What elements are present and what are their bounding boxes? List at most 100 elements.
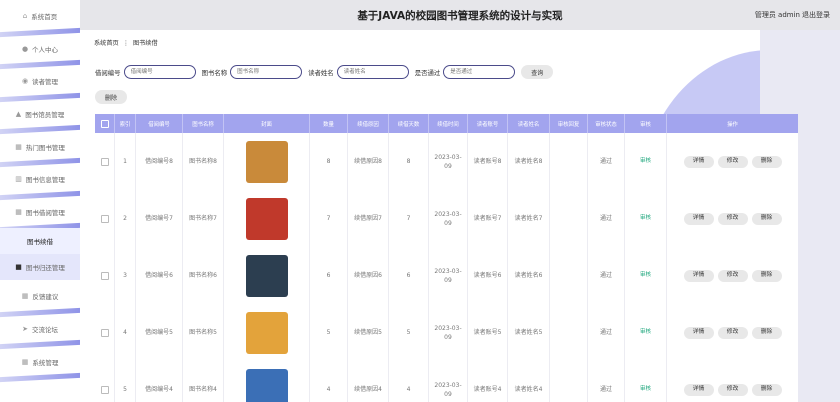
filter-label: 是否通过 (414, 68, 441, 77)
sidebar: ⌂ 系统首页 ● 个人中心 ◉ 读者管理 ▲ 图书馆员管理 ▦ 热门图书管理 ▥ 图书信息管… (0, 0, 80, 402)
audit-link[interactable]: 审核 (625, 361, 667, 402)
column-header: 图书名称 (183, 114, 224, 133)
select-all-checkbox[interactable] (95, 114, 115, 133)
detail-button[interactable]: 详情 (683, 155, 714, 168)
sidebar-item-borrow[interactable]: ▦ 图书借阅管理 (0, 196, 80, 229)
sidebar-item-profile[interactable]: ● 个人中心 (0, 33, 80, 66)
quantity: 4 (310, 361, 348, 402)
actions-cell: 详情 修改 删除 (667, 133, 798, 190)
sidebar-item-readers[interactable]: ◉ 读者管理 (0, 65, 80, 98)
edit-button[interactable]: 修改 (717, 212, 748, 225)
renew-reason: 续借原因6 (348, 247, 389, 304)
breadcrumb-home[interactable]: 系统首页 (94, 40, 119, 47)
sidebar-item-label: 个人中心 (32, 45, 59, 54)
column-header: 续借原因 (348, 114, 389, 133)
borrow-number: 借阅编号5 (136, 304, 183, 361)
reader-account: 读者账号4 (468, 361, 508, 402)
sidebar-item-system[interactable]: ▦ 系统管理 (0, 345, 80, 378)
audit-status: 通过 (588, 361, 625, 402)
audit-link[interactable]: 审核 (625, 304, 667, 361)
row-checkbox[interactable] (100, 328, 109, 337)
sidebar-item-return[interactable]: ■ 图书归还管理 (0, 254, 80, 281)
logout-link[interactable]: 退出登录 (802, 10, 830, 20)
sidebar-item-renew[interactable]: 图书续借 (0, 228, 80, 255)
approved-input[interactable] (443, 65, 516, 79)
audit-link[interactable]: 审核 (625, 190, 667, 247)
sidebar-item-librarians[interactable]: ▲ 图书馆员管理 (0, 98, 80, 131)
send-icon: ➤ (22, 325, 28, 334)
row-delete-button[interactable]: 删除 (751, 326, 782, 339)
column-header: 读者姓名 (508, 114, 550, 133)
reader-account: 读者账号5 (468, 304, 508, 361)
sidebar-item-label: 交流论坛 (31, 326, 58, 335)
cover-cell (224, 133, 310, 190)
sidebar-item-label: 系统首页 (31, 13, 58, 22)
table-row: 4 借阅编号5 图书名称5 5 续借原因5 5 2023-03-09 读者账号5 读者姓名5 通过… (95, 304, 798, 362)
column-header: 审核状态 (588, 114, 625, 133)
reader-icon: ◉ (21, 77, 29, 86)
detail-button[interactable]: 详情 (683, 326, 714, 339)
book-name: 图书名称7 (183, 190, 224, 247)
row-delete-button[interactable]: 删除 (751, 155, 782, 168)
book-name-input[interactable] (230, 65, 303, 79)
sidebar-item-forum[interactable]: ➤ 交流论坛 (0, 313, 80, 346)
row-checkbox[interactable] (100, 271, 109, 280)
renew-days: 7 (389, 190, 429, 247)
audit-link[interactable]: 审核 (625, 247, 667, 304)
sidebar-item-label: 图书续借 (27, 238, 53, 247)
checkbox[interactable] (100, 119, 109, 128)
row-delete-button[interactable]: 删除 (751, 269, 782, 282)
column-header: 续借时间 (429, 114, 468, 133)
row-index: 3 (115, 247, 136, 304)
renew-time: 2023-03-09 (429, 190, 468, 247)
user-icon: ● (21, 44, 29, 53)
audit-reply (550, 133, 588, 190)
edit-button[interactable]: 修改 (717, 326, 748, 339)
chart-icon: ▥ (15, 175, 22, 184)
sidebar-item-home[interactable]: ⌂ 系统首页 (0, 0, 80, 33)
home-icon: ⌂ (22, 12, 28, 21)
sidebar-item-book-info[interactable]: ▥ 图书信息管理 (0, 163, 80, 196)
breadcrumb-current: 图书续借 (132, 40, 158, 47)
sidebar-item-label: 读者管理 (32, 78, 59, 87)
borrow-no-input[interactable] (123, 65, 196, 79)
audit-reply (550, 247, 588, 304)
column-header: 封面 (224, 114, 310, 133)
audit-status: 通过 (588, 190, 625, 247)
audit-reply (550, 361, 588, 402)
audit-status: 通过 (588, 304, 625, 361)
breadcrumb-separator: ⋮ (122, 40, 129, 47)
detail-button[interactable]: 详情 (683, 212, 714, 225)
detail-button[interactable]: 详情 (683, 269, 714, 282)
row-delete-button[interactable]: 删除 (751, 212, 782, 225)
actions-cell: 详情 修改 删除 (667, 247, 798, 304)
row-checkbox[interactable] (100, 385, 109, 394)
delete-button[interactable]: 删除 (95, 90, 127, 104)
row-checkbox[interactable] (100, 214, 109, 223)
audit-link[interactable]: 审核 (625, 133, 667, 190)
column-header: 索引 (115, 114, 136, 133)
row-checkbox[interactable] (100, 157, 109, 166)
edit-button[interactable]: 修改 (717, 155, 748, 168)
search-button[interactable]: 查询 (521, 65, 554, 79)
borrow-number: 借阅编号6 (136, 247, 183, 304)
cover-cell (224, 190, 310, 247)
sidebar-item-hot-books[interactable]: ▦ 热门图书管理 (0, 130, 80, 163)
book-cover-image (245, 368, 288, 402)
row-select-cell (95, 247, 115, 304)
sidebar-item-label: 图书馆员管理 (25, 111, 65, 120)
row-delete-button[interactable]: 删除 (751, 383, 782, 396)
borrow-number: 借阅编号7 (136, 190, 183, 247)
detail-button[interactable]: 详情 (683, 383, 714, 396)
renew-reason: 续借原因7 (348, 190, 389, 247)
sidebar-item-feedback[interactable]: ▦ 反馈建议 (0, 280, 80, 313)
column-header: 数量 (310, 114, 348, 133)
renew-days: 8 (389, 133, 429, 190)
edit-button[interactable]: 修改 (717, 269, 748, 282)
person-icon: ▲ (15, 110, 22, 119)
reader-name-input[interactable] (336, 65, 409, 79)
column-header: 审核回复 (550, 114, 588, 133)
row-select-cell (95, 190, 115, 247)
table-row: 1 借阅编号8 图书名称8 8 续借原因8 8 2023-03-09 读者账号8 读者姓名8 通过… (95, 133, 798, 191)
edit-button[interactable]: 修改 (717, 383, 748, 396)
